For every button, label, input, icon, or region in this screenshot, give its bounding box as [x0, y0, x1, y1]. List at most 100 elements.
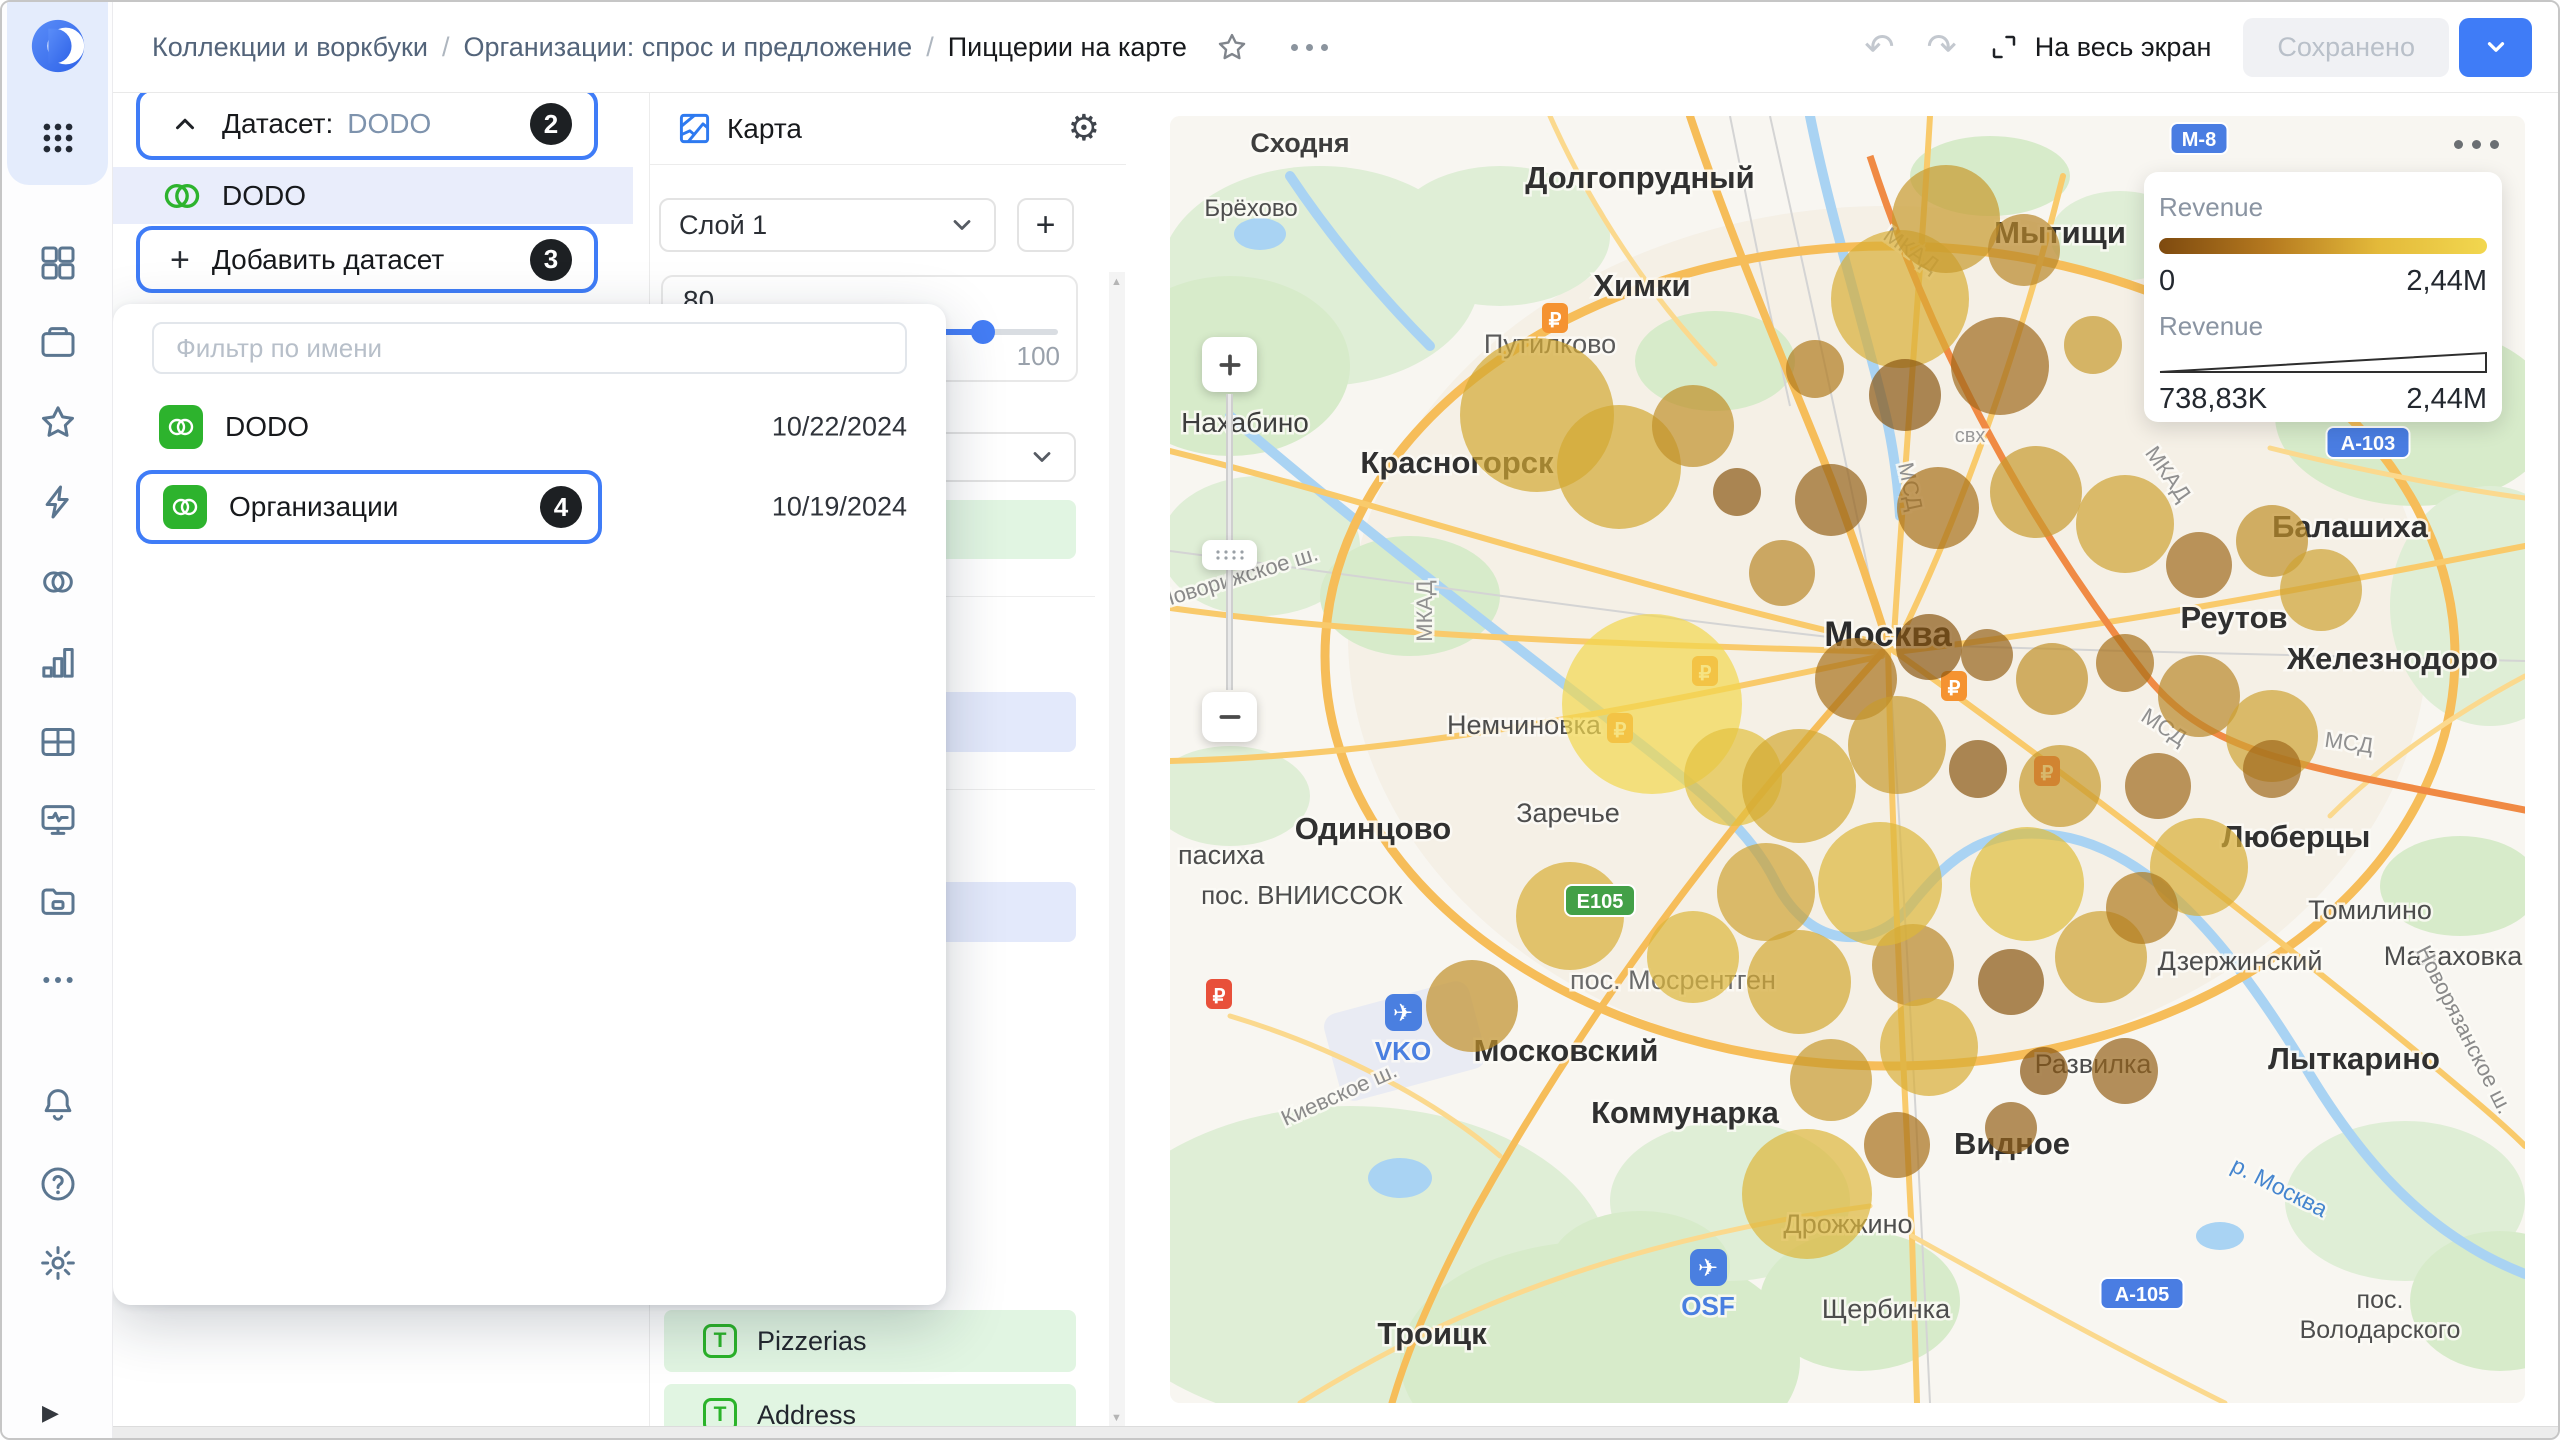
- fullscreen-label: На весь экран: [2035, 32, 2212, 63]
- save-button[interactable]: Сохранено: [2243, 18, 2449, 77]
- sidebar-expand-icon[interactable]: ▶: [42, 1400, 59, 1426]
- map-bubble[interactable]: [2020, 1047, 2068, 1095]
- map-bubble[interactable]: [2096, 634, 2154, 692]
- sidebar-item-help[interactable]: [34, 1160, 82, 1208]
- map-label: свх: [1955, 425, 1986, 447]
- layer-select-value: Слой 1: [679, 210, 767, 241]
- map-label: Долгопрудный: [1525, 160, 1754, 195]
- map-bubble[interactable]: [2092, 1038, 2158, 1104]
- map-bubble[interactable]: [1951, 317, 2049, 415]
- fullscreen-button[interactable]: На весь экран: [1989, 32, 2212, 63]
- sidebar-item-storage[interactable]: [34, 876, 82, 924]
- map-bubble[interactable]: [1985, 1102, 2037, 1154]
- map-bubble[interactable]: [1747, 930, 1851, 1034]
- map-bubble[interactable]: [1742, 1129, 1872, 1259]
- map-bubble[interactable]: [2166, 532, 2232, 598]
- map-zoom-slider-handle[interactable]: [1202, 540, 1257, 570]
- breadcrumb-collections[interactable]: Коллекции и воркбуки: [152, 32, 428, 63]
- chart-settings-gear-icon[interactable]: ⚙: [1068, 111, 1100, 147]
- sidebar-item-charts[interactable]: [34, 638, 82, 686]
- sidebar-item-favorites[interactable]: [34, 398, 82, 446]
- opacity-slider-handle[interactable]: [971, 320, 995, 344]
- config-scrollbar[interactable]: ▲ ▼: [1109, 272, 1125, 1428]
- map-bubble[interactable]: [1795, 464, 1867, 536]
- sidebar-item-more[interactable]: [34, 956, 82, 1004]
- map-bubble[interactable]: [1647, 911, 1739, 1003]
- sidebar-item-quick-actions[interactable]: [34, 478, 82, 526]
- dataset-list-item-Организации[interactable]: Организации410/19/2024: [113, 470, 946, 544]
- map-menu-icon[interactable]: [2454, 140, 2499, 149]
- map-bubble[interactable]: [1713, 468, 1761, 516]
- map-bubble[interactable]: [1892, 165, 2000, 273]
- save-dropdown-button[interactable]: [2459, 18, 2532, 77]
- map-bubble[interactable]: [2243, 740, 2301, 798]
- field-label: Pizzerias: [757, 1326, 867, 1357]
- map-bubble[interactable]: [1786, 340, 1844, 398]
- apps-grid-icon[interactable]: [38, 118, 78, 158]
- sidebar-item-collections[interactable]: [34, 318, 82, 366]
- dataset-selector[interactable]: Датасет: DODO 2: [136, 88, 598, 160]
- map-bubble[interactable]: [1742, 729, 1856, 843]
- datalens-chart-editor: Коллекции и воркбуки / Организации: спро…: [0, 0, 2560, 1440]
- map-bubble[interactable]: [1990, 446, 2082, 538]
- map-bubble[interactable]: [1978, 949, 2044, 1015]
- tooltip-field-pizzerias[interactable]: TPizzerias: [664, 1310, 1076, 1372]
- map-bubble[interactable]: [2280, 549, 2362, 631]
- more-actions-icon[interactable]: [1291, 44, 1328, 51]
- topbar: Коллекции и воркбуки / Организации: спро…: [113, 2, 2558, 93]
- redo-icon[interactable]: ↷: [1927, 29, 1957, 65]
- map-bubble[interactable]: [1749, 540, 1815, 606]
- map-bubble[interactable]: [2076, 475, 2174, 573]
- map-bubble[interactable]: [1864, 1112, 1930, 1178]
- map-bubble[interactable]: [1869, 359, 1941, 431]
- map-label: Малаховка: [2384, 941, 2524, 971]
- map-bubble[interactable]: [1426, 960, 1518, 1052]
- map-zoom-out-button[interactable]: [1202, 692, 1257, 742]
- map-bubble[interactable]: [1652, 385, 1734, 467]
- dataset-item-dodo[interactable]: DODO: [113, 167, 633, 224]
- sidebar-item-objects-grid[interactable]: [34, 239, 82, 287]
- map-bubble[interactable]: [1961, 629, 2013, 681]
- map-bubble[interactable]: [2064, 316, 2122, 374]
- horizontal-scrollbar[interactable]: [113, 1426, 2558, 1440]
- legend-size-title: Revenue: [2159, 311, 2487, 342]
- add-dataset-button[interactable]: + Добавить датасет 3: [136, 226, 598, 293]
- map-bubble[interactable]: [1818, 822, 1942, 946]
- datasets-icon: [38, 562, 78, 602]
- breadcrumb-separator: /: [442, 32, 450, 63]
- datalens-logo[interactable]: [27, 15, 89, 77]
- sidebar-item-settings[interactable]: [34, 1239, 82, 1287]
- dataset-list-item-DODO[interactable]: DODO10/22/2024: [113, 390, 946, 464]
- add-layer-button[interactable]: +: [1017, 198, 1074, 252]
- map-label: Дзержинский: [2158, 946, 2323, 976]
- map-bubble[interactable]: [1848, 696, 1946, 794]
- map-bubble[interactable]: [1949, 740, 2007, 798]
- undo-icon[interactable]: ↶: [1864, 29, 1894, 65]
- svg-text:₽: ₽: [1948, 678, 1961, 700]
- scroll-down-icon[interactable]: ▼: [1111, 1412, 1122, 1424]
- scroll-up-icon[interactable]: ▲: [1111, 276, 1122, 288]
- sidebar-item-tables[interactable]: [34, 718, 82, 766]
- map-legend: Revenue 0 2,44M Revenue 738,83K 2,44M: [2144, 172, 2502, 422]
- sidebar-item-monitoring[interactable]: [34, 796, 82, 844]
- sidebar-item-datasets[interactable]: [34, 558, 82, 606]
- favorite-star-icon[interactable]: [1215, 30, 1249, 64]
- map-bubble[interactable]: [2106, 872, 2178, 944]
- map-bubble[interactable]: [2019, 745, 2101, 827]
- map-bubble[interactable]: [1897, 467, 1979, 549]
- map-bubble[interactable]: [2125, 753, 2191, 819]
- map-bubble[interactable]: [1880, 998, 1978, 1096]
- map-bubble[interactable]: [1717, 843, 1815, 941]
- sidebar-item-notifications[interactable]: [34, 1080, 82, 1128]
- map-label: Коммунарка: [1591, 1095, 1780, 1130]
- map-bubble[interactable]: [1896, 614, 1962, 680]
- map-widget[interactable]: ₽₽₽₽₽₽СходняБрёховоДолгопрудныйМытищиХим…: [1170, 116, 2525, 1403]
- map-bubble[interactable]: [1988, 214, 2060, 286]
- map-bubble[interactable]: [2016, 643, 2088, 715]
- map-bubble[interactable]: [1790, 1039, 1872, 1121]
- dataset-filter-input[interactable]: [152, 322, 907, 374]
- map-zoom-in-button[interactable]: [1202, 337, 1257, 392]
- layer-select[interactable]: Слой 1: [659, 198, 996, 252]
- breadcrumb-workbook[interactable]: Организации: спрос и предложение: [463, 32, 912, 63]
- map-bubble[interactable]: [1970, 827, 2084, 941]
